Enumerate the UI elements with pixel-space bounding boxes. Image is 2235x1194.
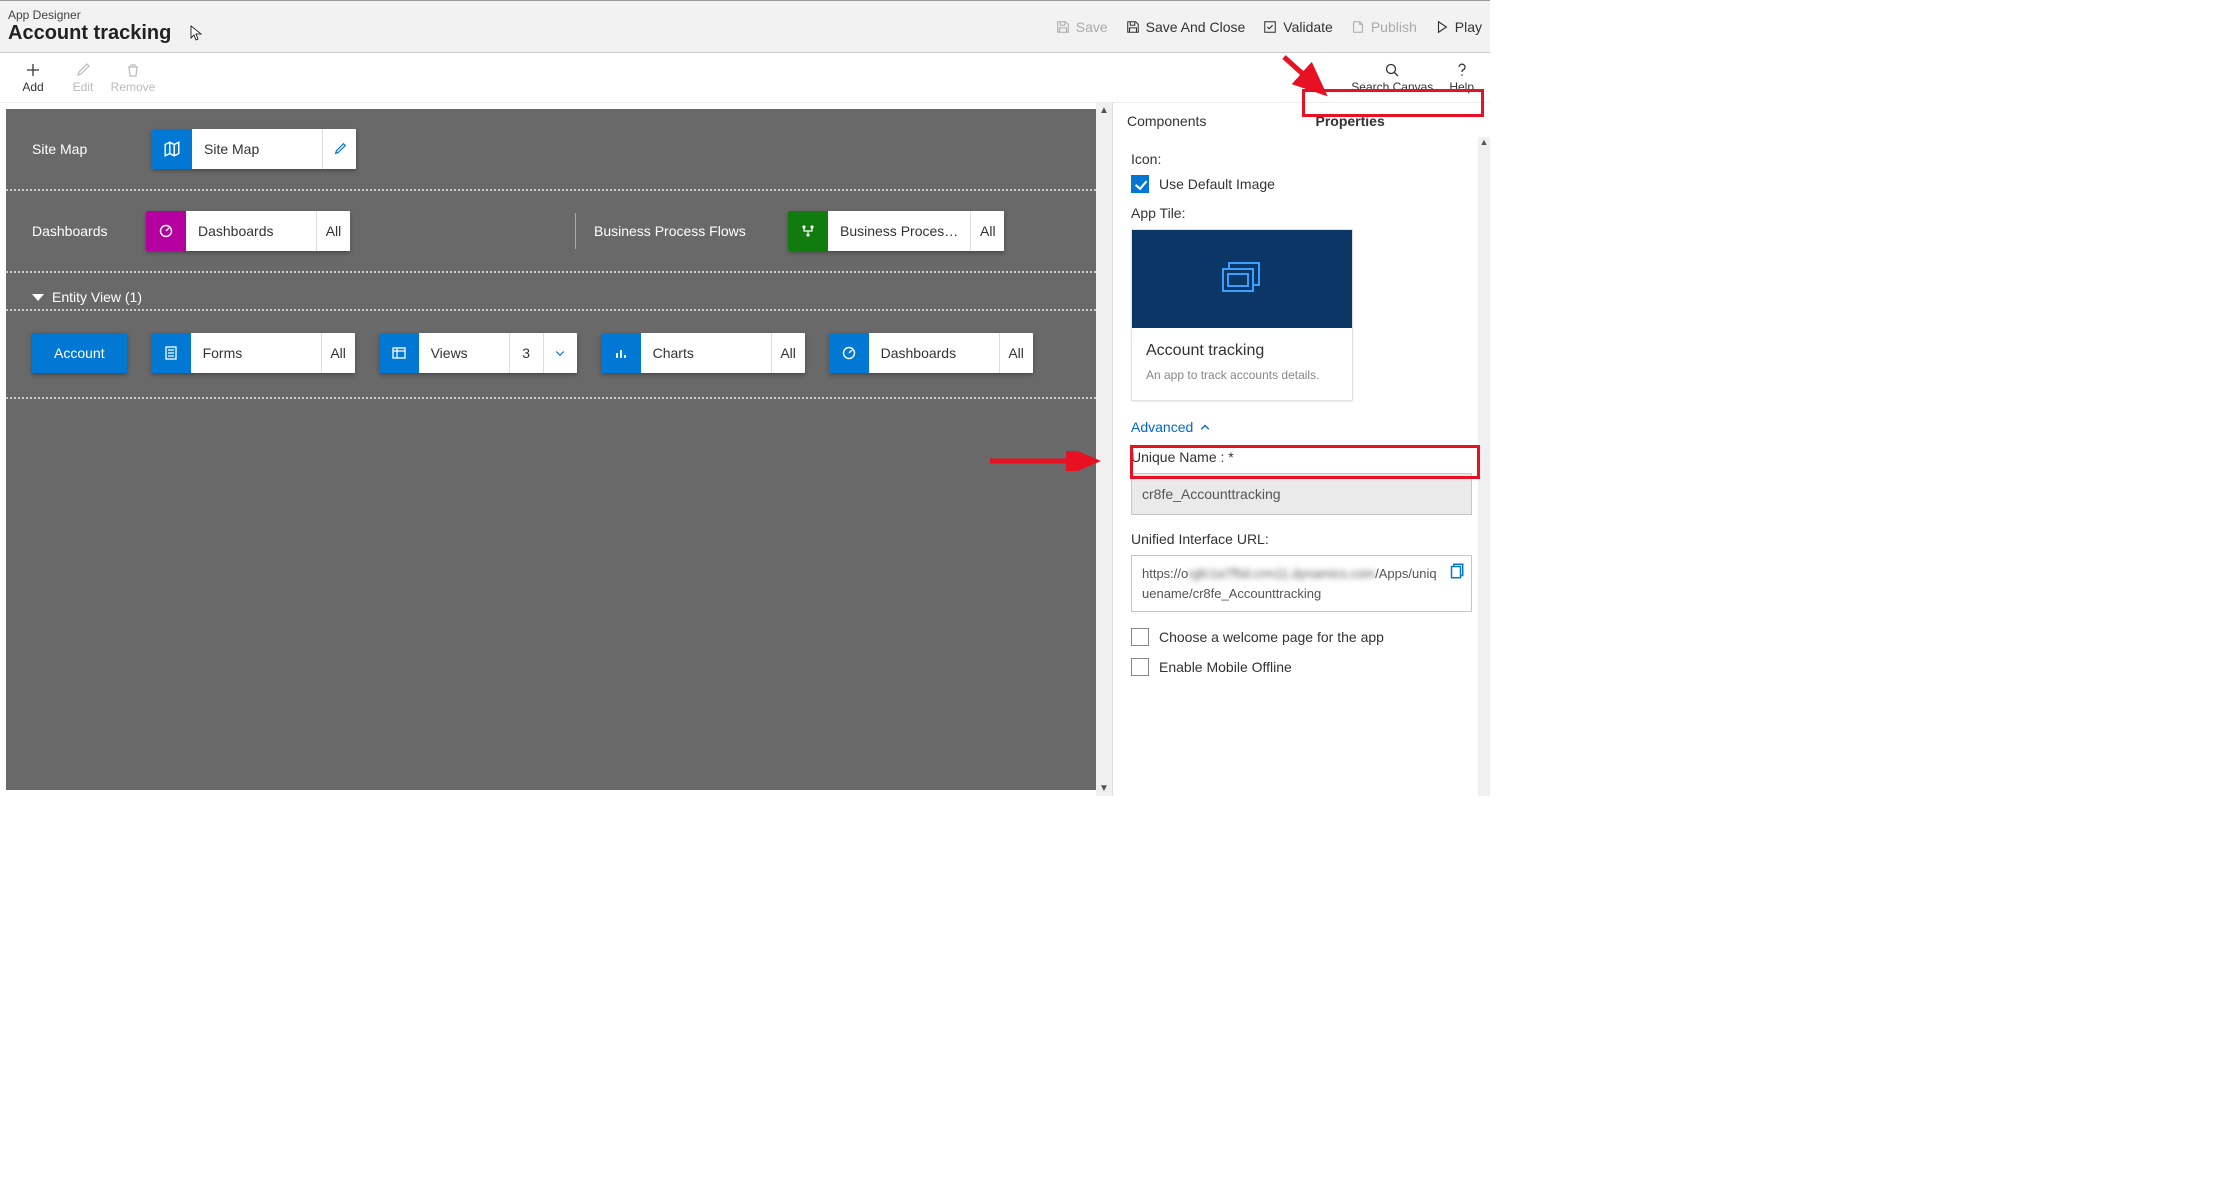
search-icon xyxy=(1384,62,1400,78)
copy-icon xyxy=(1447,562,1465,580)
welcome-page-label: Choose a welcome page for the app xyxy=(1159,629,1384,645)
charts-count[interactable]: All xyxy=(771,333,805,373)
sitemap-card-label: Site Map xyxy=(192,129,322,169)
save-icon xyxy=(1056,20,1070,34)
save-and-close-button[interactable]: Save And Close xyxy=(1126,19,1246,35)
tile-name: Account tracking xyxy=(1146,342,1338,360)
views-icon xyxy=(379,333,419,373)
save-close-icon xyxy=(1126,20,1140,34)
play-icon xyxy=(1435,20,1449,34)
advanced-toggle[interactable]: Advanced xyxy=(1131,419,1211,435)
search-canvas-button[interactable]: Search Canvas xyxy=(1343,62,1441,94)
dashboards-label: Dashboards xyxy=(32,223,132,239)
scroll-up-icon[interactable]: ▲ xyxy=(1099,105,1109,116)
use-default-image-label: Use Default Image xyxy=(1159,176,1275,192)
app-tile-label: App Tile: xyxy=(1131,205,1472,221)
dashboard-icon xyxy=(146,211,186,251)
url-label: Unified Interface URL: xyxy=(1131,531,1472,547)
designer-canvas[interactable]: Site Map Site Map D xyxy=(6,109,1096,790)
icon-section-label: Icon: xyxy=(1131,151,1472,167)
sitemap-row: Site Map Site Map xyxy=(6,109,1096,191)
tab-properties[interactable]: Properties xyxy=(1302,103,1491,139)
views-count[interactable]: 3 xyxy=(509,333,543,373)
canvas-scrollbar[interactable]: ▲ ▼ xyxy=(1096,103,1112,796)
charts-card[interactable]: Charts All xyxy=(601,333,805,373)
flow-icon xyxy=(788,211,828,251)
remove-button: Remove xyxy=(108,62,158,94)
title-block: App Designer Account tracking xyxy=(8,8,1056,45)
publish-icon xyxy=(1351,20,1365,34)
bpf-label: Business Process Flows xyxy=(594,223,774,239)
page-subtitle: App Designer xyxy=(8,8,1056,22)
edit-icon xyxy=(75,62,91,78)
use-default-image-checkbox[interactable] xyxy=(1131,175,1149,193)
entity-dashboard-icon xyxy=(829,333,869,373)
enable-offline-label: Enable Mobile Offline xyxy=(1159,659,1292,675)
chevron-down-icon xyxy=(32,294,44,301)
scroll-down-icon[interactable]: ▼ xyxy=(1099,783,1109,794)
add-icon xyxy=(25,62,41,78)
bpf-card[interactable]: Business Proces… All xyxy=(788,211,1004,251)
publish-button: Publish xyxy=(1351,19,1417,35)
add-button[interactable]: Add xyxy=(8,62,58,94)
validate-icon xyxy=(1263,20,1277,34)
enable-offline-checkbox[interactable] xyxy=(1131,658,1149,676)
remove-icon xyxy=(125,62,141,78)
edit-button: Edit xyxy=(58,62,108,94)
bpf-card-label: Business Proces… xyxy=(828,211,970,251)
page-title: Account tracking xyxy=(8,22,1056,45)
help-button[interactable]: Help xyxy=(1441,62,1482,94)
dashboards-card-label: Dashboards xyxy=(186,211,316,251)
chart-icon xyxy=(601,333,641,373)
play-button[interactable]: Play xyxy=(1435,19,1482,35)
sitemap-edit-icon[interactable] xyxy=(322,129,356,169)
unique-name-field xyxy=(1131,473,1472,515)
dashboards-card[interactable]: Dashboards All xyxy=(146,211,350,251)
url-box: https://orgfc1a7f5d.crm11.dynamics.com/A… xyxy=(1131,555,1472,612)
help-icon xyxy=(1454,62,1470,78)
entity-row-account: Account Forms All Views 3 xyxy=(6,309,1096,399)
tile-description: An app to track accounts details. xyxy=(1146,368,1338,382)
entity-dashboards-card[interactable]: Dashboards All xyxy=(829,333,1033,373)
forms-count[interactable]: All xyxy=(321,333,355,373)
entity-view-toggle[interactable]: Entity View (1) xyxy=(6,273,1096,309)
entity-dashboards-count[interactable]: All xyxy=(999,333,1033,373)
form-icon xyxy=(151,333,191,373)
sitemap-label: Site Map xyxy=(32,141,152,157)
app-tile-image xyxy=(1132,230,1352,328)
views-card[interactable]: Views 3 xyxy=(379,333,577,373)
bpf-count[interactable]: All xyxy=(970,211,1004,251)
panel-scrollbar[interactable]: ▲ xyxy=(1478,137,1490,796)
dashboards-count[interactable]: All xyxy=(316,211,350,251)
views-label: Views xyxy=(419,333,509,373)
sitemap-icon xyxy=(152,129,192,169)
unique-name-label: Unique Name : * xyxy=(1131,449,1472,465)
chevron-up-icon xyxy=(1199,421,1211,433)
welcome-page-checkbox[interactable] xyxy=(1131,628,1149,646)
views-dropdown-icon[interactable] xyxy=(543,333,577,373)
entity-button-account[interactable]: Account xyxy=(32,333,127,373)
side-panel: Components Properties Icon: Use Default … xyxy=(1112,103,1490,796)
forms-label: Forms xyxy=(191,333,321,373)
app-tile-preview: Account tracking An app to track account… xyxy=(1131,229,1353,401)
validate-button[interactable]: Validate xyxy=(1263,19,1333,35)
copy-url-button[interactable] xyxy=(1447,562,1465,580)
top-bar: App Designer Account tracking Save Save … xyxy=(0,1,1490,53)
save-button: Save xyxy=(1056,19,1108,35)
charts-label: Charts xyxy=(641,333,771,373)
toolbar: Add Edit Remove Search Canvas Help xyxy=(0,53,1490,103)
tab-components[interactable]: Components xyxy=(1113,103,1302,139)
dashboards-bpf-row: Dashboards Dashboards All Busi xyxy=(6,191,1096,273)
sitemap-card[interactable]: Site Map xyxy=(152,129,356,169)
entity-dashboards-label: Dashboards xyxy=(869,333,999,373)
forms-card[interactable]: Forms All xyxy=(151,333,355,373)
